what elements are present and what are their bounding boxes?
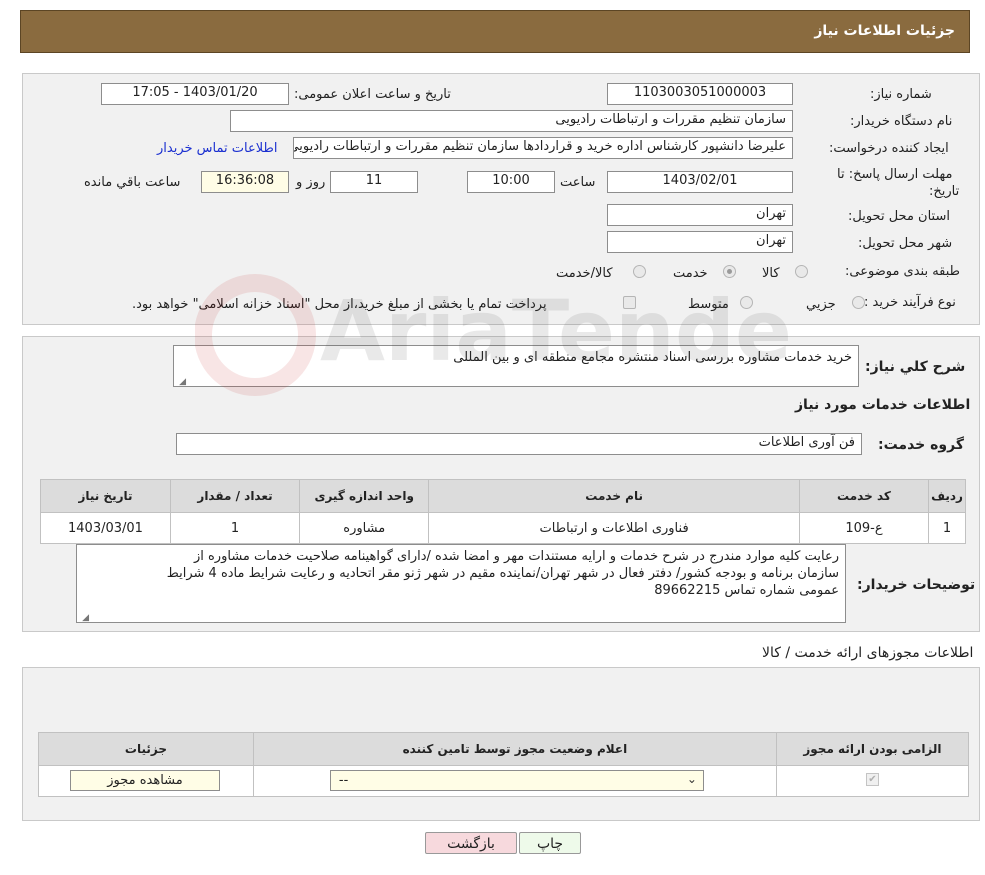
cell-quantity: 1 (169, 512, 301, 544)
col-unit: واحد اندازه گیری (299, 479, 430, 513)
cell-need-date: 1403/03/01 (40, 512, 171, 544)
remaining-days-field[interactable]: 11 (330, 171, 418, 193)
page-title: جزئیات اطلاعات نیاز (814, 23, 955, 39)
services-table: ردیف کد خدمت نام خدمت واحد اندازه گیری ت… (40, 479, 966, 544)
buyer-notes-field[interactable]: رعایت کلیه موارد مندرج در شرح خدمات و ار… (76, 544, 846, 623)
table-row: ✔ -- ⌄ مشاهده مجوز (38, 765, 970, 797)
deadline-date-field[interactable]: 1403/02/01 (607, 171, 793, 193)
treasury-payment-checkbox[interactable] (623, 296, 636, 309)
permits-table: الزامی بودن ارائه مجوز اعلام وضعیت مجوز … (38, 732, 970, 797)
buyer-notes-label: توضیحات خریدار: (857, 577, 976, 593)
permits-table-header: الزامی بودن ارائه مجوز اعلام وضعیت مجوز … (38, 732, 970, 766)
col-need-date: تاریخ نیاز (40, 479, 171, 513)
cell-permit-required: ✔ (775, 765, 970, 797)
table-row: 1 ع-109 فناوری اطلاعات و ارتباطات مشاوره… (40, 512, 966, 544)
process-type-label: نوع فرآیند خرید : (864, 295, 956, 310)
buyer-org-label: نام دستگاه خریدار: (850, 114, 953, 129)
deadline-label: مهلت ارسال پاسخ: تا (837, 167, 953, 182)
category-radio-service[interactable] (723, 265, 736, 278)
process-option-minor: جزيي (806, 297, 836, 312)
days-label: روز و (296, 175, 326, 190)
remaining-label: ساعت باقي مانده (84, 175, 181, 190)
permit-status-value: -- (338, 773, 349, 788)
announce-date-label: تاریخ و ساعت اعلان عمومی: (294, 87, 451, 102)
print-button[interactable]: چاپ (519, 832, 581, 854)
category-radio-both[interactable] (633, 265, 646, 278)
resize-grip-icon[interactable]: ◢ (79, 610, 89, 623)
permit-status-select[interactable]: -- ⌄ (329, 770, 704, 791)
announce-date-field[interactable]: 1403/01/20 - 17:05 (101, 83, 289, 105)
chevron-down-icon: ⌄ (686, 772, 697, 786)
category-label: طبقه بندی موضوعی: (845, 264, 961, 279)
cell-unit: مشاوره (299, 512, 430, 544)
col-quantity: تعداد / مقدار (169, 479, 301, 513)
services-section-title: اطلاعات خدمات مورد نیاز (795, 397, 971, 413)
col-permit-details: جزئیات (38, 732, 254, 766)
city-field[interactable]: تهران (607, 231, 793, 253)
col-service-name: نام خدمت (428, 479, 800, 513)
cell-row: 1 (928, 512, 966, 544)
col-permit-required: الزامی بودن ارائه مجوز (775, 732, 970, 766)
process-radio-medium[interactable] (740, 296, 753, 309)
cell-service-code: ع-109 (798, 512, 930, 544)
category-radio-goods[interactable] (795, 265, 808, 278)
general-description-label: شرح کلي نیاز: (865, 359, 966, 375)
permit-required-check-icon: ✔ (865, 773, 879, 786)
service-group-field[interactable]: فن آوری اطلاعات (176, 433, 862, 455)
cell-permit-details: مشاهده مجوز (38, 765, 254, 797)
province-field[interactable]: تهران (607, 204, 793, 226)
view-permit-button[interactable]: مشاهده مجوز (70, 770, 220, 791)
deadline-time-label: ساعت (560, 175, 596, 190)
cell-permit-status: -- ⌄ (252, 765, 777, 797)
buyer-contact-link[interactable]: اطلاعات تماس خریدار (157, 141, 277, 156)
need-number-field[interactable]: 1103003051000003 (607, 83, 793, 105)
city-label: شهر محل تحویل: (858, 236, 953, 251)
col-permit-status: اعلام وضعیت مجوز توسط تامین کننده (252, 732, 777, 766)
buyer-notes-line-3: عمومی شماره تماس 89662215 (654, 583, 839, 598)
resize-grip-icon[interactable]: ◢ (176, 374, 186, 387)
deadline-label-date: تاریخ: (929, 184, 960, 199)
service-group-label: گروه خدمت: (878, 437, 964, 453)
back-button[interactable]: بازگشت (425, 832, 517, 854)
buyer-notes-line-2: سازمان برنامه و بودجه کشور/ دفتر فعال در… (166, 566, 839, 581)
services-table-header: ردیف کد خدمت نام خدمت واحد اندازه گیری ت… (40, 479, 966, 513)
category-option-service: خدمت (673, 266, 708, 281)
permits-section-title: اطلاعات مجوزهای ارائه خدمت / کالا (762, 645, 974, 661)
creator-label: ایجاد کننده درخواست: (829, 141, 949, 156)
creator-field[interactable]: علیرضا دانشپور کارشناس اداره خرید و قرار… (293, 137, 793, 159)
col-row: ردیف (928, 479, 966, 513)
need-number-label: شماره نیاز: (870, 87, 932, 102)
cell-service-name: فناوری اطلاعات و ارتباطات (428, 512, 800, 544)
buyer-notes-line-1: رعایت کلیه موارد مندرج در شرح خدمات و ار… (193, 549, 839, 564)
process-option-medium: متوسط (688, 297, 729, 312)
category-option-goods: کالا (762, 266, 780, 281)
deadline-time-field[interactable]: 10:00 (467, 171, 555, 193)
remaining-time-field[interactable]: 16:36:08 (201, 171, 289, 193)
col-service-code: کد خدمت (798, 479, 930, 513)
general-description-text: خرید خدمات مشاوره بررسی اسناد منتشره مجا… (453, 350, 852, 365)
treasury-payment-note: پرداخت تمام یا بخشی از مبلغ خرید،از محل … (132, 297, 547, 312)
buyer-org-field[interactable]: سازمان تنظیم مقررات و ارتباطات رادیویی (230, 110, 793, 132)
category-option-both: کالا/خدمت (556, 266, 613, 281)
general-description-field[interactable]: خرید خدمات مشاوره بررسی اسناد منتشره مجا… (173, 345, 859, 387)
province-label: استان محل تحویل: (848, 209, 950, 224)
process-radio-minor[interactable] (852, 296, 865, 309)
page-header: جزئیات اطلاعات نیاز (20, 10, 970, 53)
